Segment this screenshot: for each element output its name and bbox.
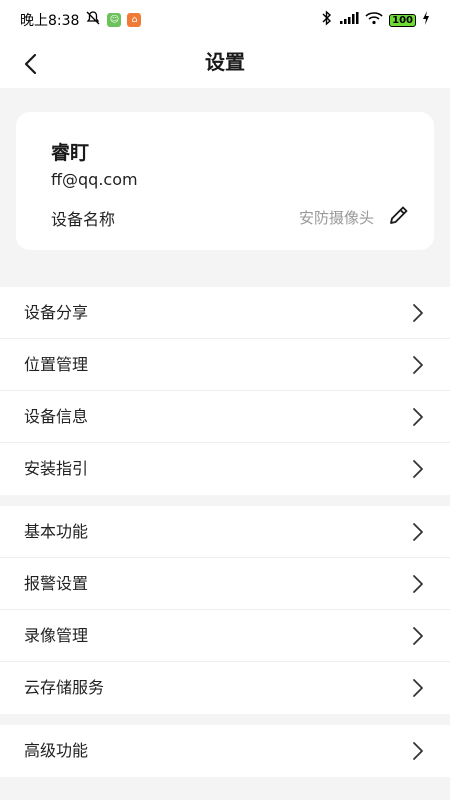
menu-section-2: 基本功能 报警设置 录像管理 云存储服务 xyxy=(0,506,450,714)
chevron-right-icon xyxy=(413,679,423,697)
chevron-right-icon xyxy=(413,408,423,426)
menu-item-install-guide[interactable]: 安装指引 xyxy=(0,443,450,495)
chevron-right-icon xyxy=(413,742,423,760)
chevron-right-icon xyxy=(413,356,423,374)
signal-icon xyxy=(339,11,359,29)
menu-item-advanced[interactable]: 高级功能 xyxy=(0,725,450,777)
menu-item-basic-functions[interactable]: 基本功能 xyxy=(0,506,450,558)
charging-icon xyxy=(422,11,430,29)
chevron-right-icon xyxy=(413,304,423,322)
menu-item-device-info[interactable]: 设备信息 xyxy=(0,391,450,443)
menu-item-label: 安装指引 xyxy=(24,459,89,478)
app-notification-icon: ☺ xyxy=(107,13,122,27)
status-time: 晚上8:38 xyxy=(20,13,80,29)
status-bar: 晚上8:38 ☺ ⌂ 100 xyxy=(0,0,450,40)
menu-section-1: 设备分享 位置管理 设备信息 安装指引 xyxy=(0,287,450,495)
device-name-value: 安防摄像头 xyxy=(298,209,374,227)
chevron-right-icon xyxy=(413,523,423,541)
battery-icon: 100 xyxy=(389,13,416,27)
menu-item-label: 云存储服务 xyxy=(24,678,105,697)
menu-item-label: 录像管理 xyxy=(24,626,89,645)
menu-item-label: 设备信息 xyxy=(24,407,89,426)
status-left: 晚上8:38 ☺ ⌂ xyxy=(20,10,142,30)
menu-item-label: 高级功能 xyxy=(24,741,89,760)
edit-device-name-button[interactable] xyxy=(386,202,412,228)
page-title: 设置 xyxy=(205,50,245,74)
menu-item-cloud-storage[interactable]: 云存储服务 xyxy=(0,662,450,714)
chevron-right-icon xyxy=(413,627,423,645)
menu-item-recording[interactable]: 录像管理 xyxy=(0,610,450,662)
pencil-icon xyxy=(390,206,408,224)
status-right: 100 xyxy=(321,10,430,30)
menu-item-label: 基本功能 xyxy=(24,522,89,541)
device-name-label: 设备名称 xyxy=(51,210,116,229)
bluetooth-icon xyxy=(321,10,333,30)
device-account: ff@qq.com xyxy=(51,170,138,189)
menu-item-device-share[interactable]: 设备分享 xyxy=(0,287,450,339)
menu-item-alarm-settings[interactable]: 报警设置 xyxy=(0,558,450,610)
device-brand: 睿盯 xyxy=(51,142,90,164)
menu-item-label: 报警设置 xyxy=(24,574,89,593)
menu-item-label: 位置管理 xyxy=(24,355,89,374)
mute-icon xyxy=(85,10,101,30)
nav-bar: 设置 xyxy=(0,40,450,88)
wifi-icon xyxy=(365,11,383,29)
chevron-right-icon xyxy=(413,460,423,478)
menu-item-location[interactable]: 位置管理 xyxy=(0,339,450,391)
menu-section-3: 高级功能 xyxy=(0,725,450,777)
chevron-right-icon xyxy=(413,575,423,593)
home-app-icon: ⌂ xyxy=(127,13,142,27)
device-card: 睿盯 ff@qq.com 设备名称 安防摄像头 xyxy=(16,112,434,250)
menu-item-label: 设备分享 xyxy=(24,303,89,322)
